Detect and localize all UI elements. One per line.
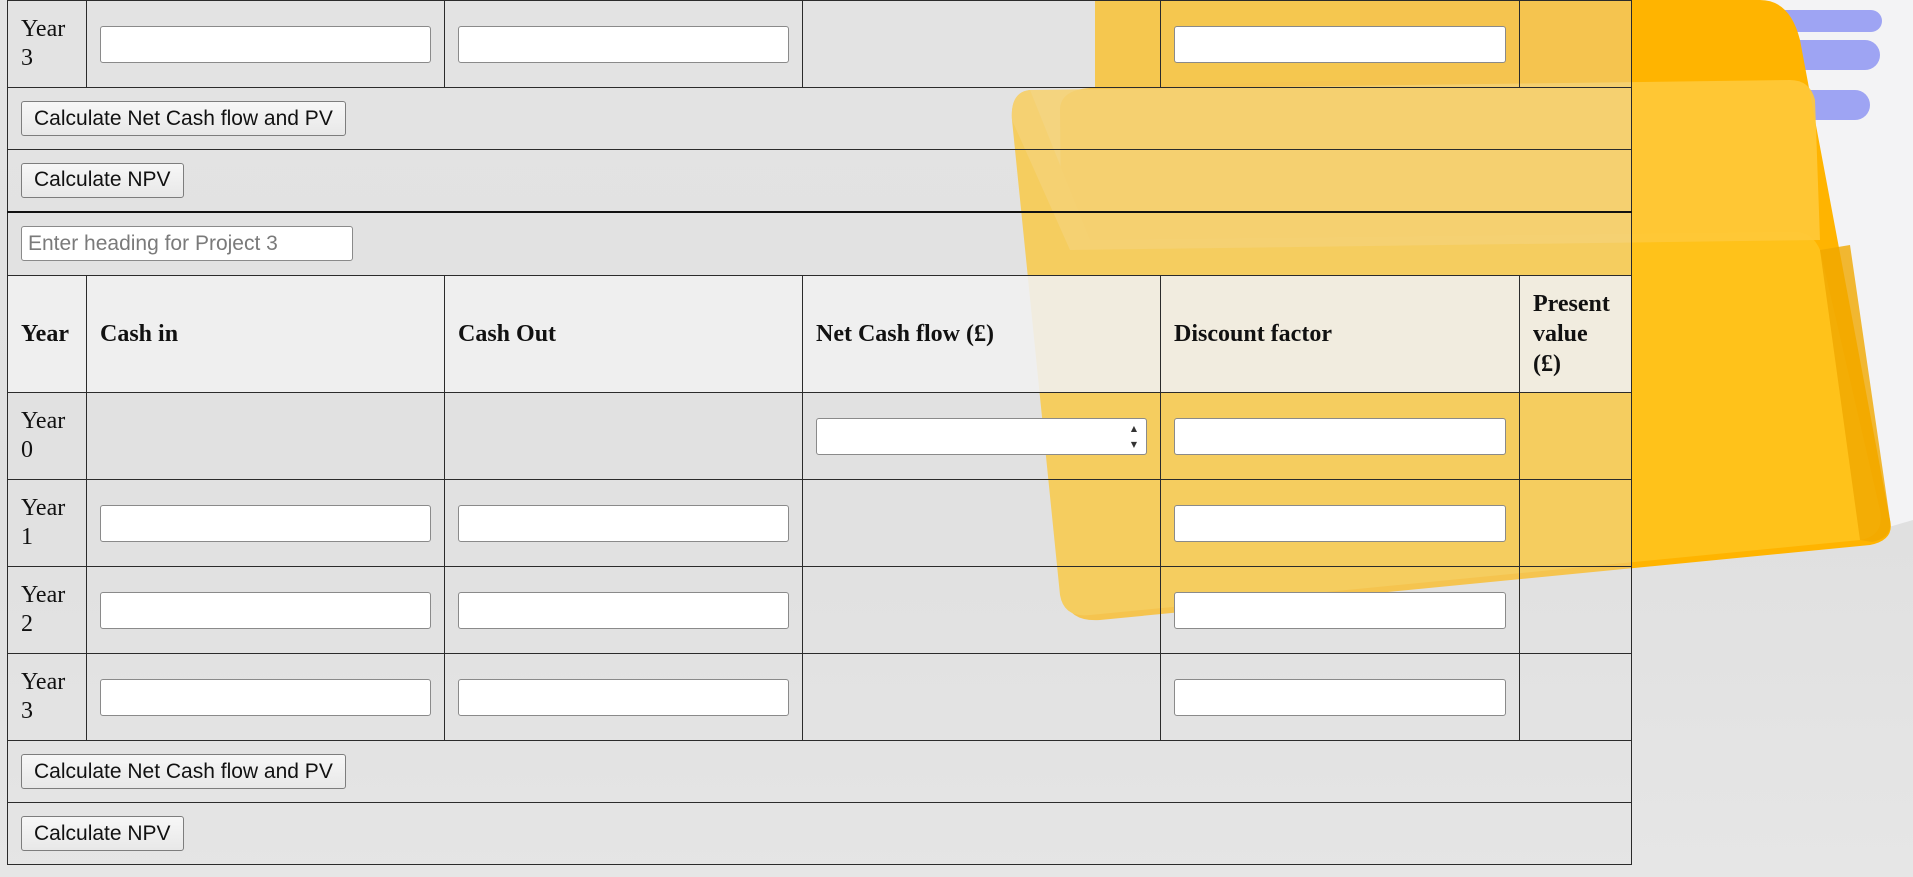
cash-in-input[interactable] (100, 25, 431, 63)
button-row: Calculate Net Cash flow and PV (7, 87, 1632, 150)
discount-factor-input[interactable] (1174, 25, 1506, 63)
year-cell: Year 2 (7, 566, 87, 654)
calculate-net-cash-flow-pv-button[interactable]: Calculate Net Cash flow and PV (21, 754, 346, 789)
net-cash-flow-cell (802, 479, 1161, 567)
year-label: Year 3 (21, 669, 66, 724)
present-value-cell (1519, 0, 1632, 88)
table-row: Year 0 ▲ ▼ (7, 392, 1632, 480)
cash-in-header: Cash in (86, 275, 445, 393)
calculate-net-cash-flow-pv-button[interactable]: Calculate Net Cash flow and PV (21, 101, 346, 136)
cash-in-input[interactable] (100, 678, 431, 716)
cash-out-input[interactable] (458, 504, 789, 542)
discount-factor-cell (1160, 392, 1520, 480)
year-label: Year 3 (21, 16, 66, 71)
calculate-npv-button[interactable]: Calculate NPV (21, 816, 184, 851)
year-cell: Year 0 (7, 392, 87, 480)
button-row: Calculate NPV (7, 149, 1632, 212)
table-row: Year 1 (7, 479, 1632, 567)
cash-out-input[interactable] (458, 678, 789, 716)
button-row: Calculate NPV (7, 802, 1632, 865)
project-heading-row (7, 210, 1632, 276)
year-label: Year 0 (21, 408, 66, 463)
project-3-heading-input[interactable] (21, 226, 353, 262)
year-label: Year 1 (21, 495, 66, 550)
cash-out-cell (444, 0, 803, 88)
cash-in-input[interactable] (100, 504, 431, 542)
net-cash-flow-cell (802, 653, 1161, 741)
year-cell: Year 1 (7, 479, 87, 567)
cash-out-cell (444, 479, 803, 567)
table-row: Year 3 (7, 653, 1632, 741)
cash-out-cell (444, 566, 803, 654)
present-value-cell (1519, 479, 1632, 567)
cash-in-cell (86, 479, 445, 567)
discount-factor-cell (1160, 566, 1520, 654)
discount-factor-cell (1160, 653, 1520, 741)
cash-out-input[interactable] (458, 591, 789, 629)
net-cash-flow-number-input[interactable] (816, 417, 1147, 455)
net-cash-flow-cell (802, 566, 1161, 654)
cash-out-input[interactable] (458, 25, 789, 63)
net-cash-flow-cell (802, 0, 1161, 88)
calculate-npv-button[interactable]: Calculate NPV (21, 162, 184, 198)
year-cell: Year 3 (7, 653, 87, 741)
cash-in-cell (86, 392, 445, 480)
net-cash-flow-header: Net Cash flow (£) (802, 275, 1161, 393)
present-value-cell (1519, 566, 1632, 654)
year-header: Year (7, 275, 87, 393)
cash-in-cell (86, 566, 445, 654)
present-value-header: Present value (£) (1519, 275, 1632, 393)
present-value-cell (1519, 392, 1632, 480)
net-cash-flow-cell: ▲ ▼ (802, 392, 1161, 480)
discount-factor-cell (1160, 479, 1520, 567)
discount-factor-header: Discount factor (1160, 275, 1520, 393)
cash-out-cell (444, 392, 803, 480)
discount-factor-input[interactable] (1174, 417, 1506, 455)
cash-in-cell (86, 0, 445, 88)
year-label: Year 2 (21, 582, 66, 637)
discount-factor-input[interactable] (1174, 504, 1506, 542)
cash-in-input[interactable] (100, 591, 431, 629)
cash-out-header: Cash Out (444, 275, 803, 393)
cash-out-cell (444, 653, 803, 741)
discount-factor-input[interactable] (1174, 591, 1506, 629)
cash-in-cell (86, 653, 445, 741)
button-row: Calculate Net Cash flow and PV (7, 740, 1632, 803)
present-value-cell (1519, 653, 1632, 741)
npv-table: Year 3 Calculate Net Cash flow and PV Ca… (7, 0, 1632, 865)
table-row: Year 3 (7, 0, 1632, 88)
number-spinner-icon[interactable]: ▲ ▼ (1127, 424, 1141, 450)
table-row: Year 2 (7, 566, 1632, 654)
header-row: Year Cash in Cash Out Net Cash flow (£) … (7, 275, 1632, 393)
discount-factor-input[interactable] (1174, 678, 1506, 716)
discount-factor-cell (1160, 0, 1520, 88)
number-field-wrapper: ▲ ▼ (816, 417, 1147, 455)
year-cell: Year 3 (7, 0, 87, 88)
